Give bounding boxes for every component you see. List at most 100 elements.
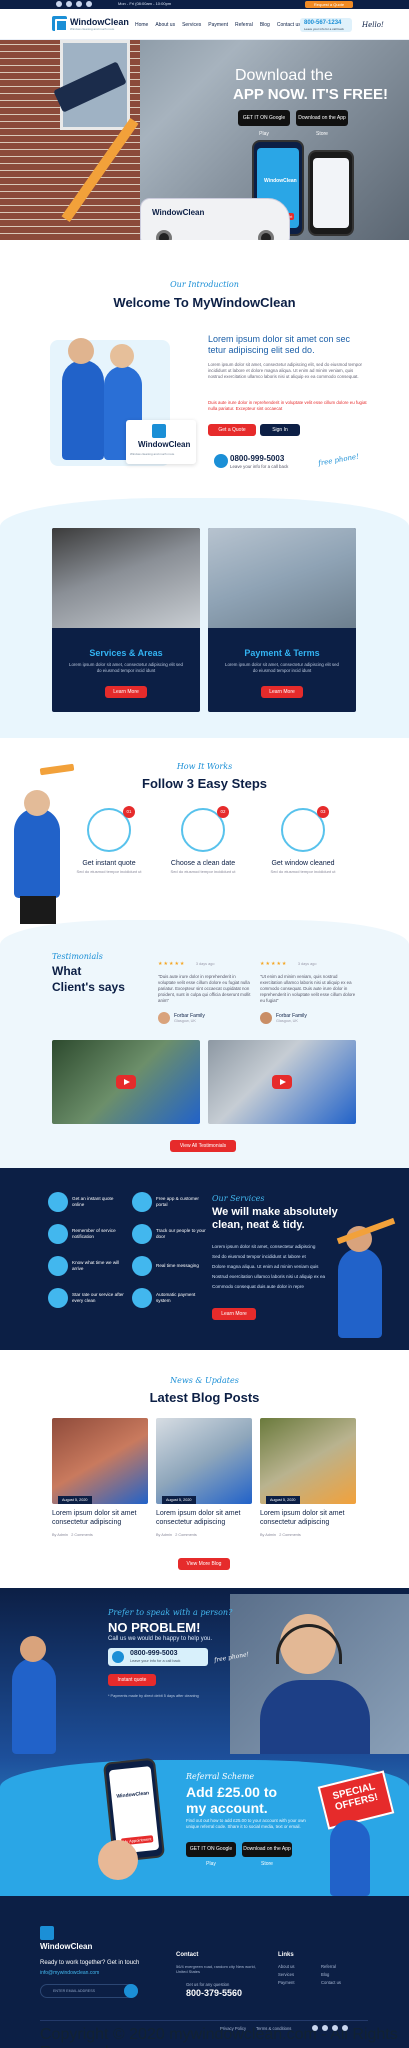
nav-phone-sub: Leave your info for a call back	[304, 27, 344, 31]
cta-phone-box[interactable]: 0800-999-5003 Leave your info for a call…	[108, 1648, 208, 1666]
nav-phone-button[interactable]: 800-567-1234 Leave your info for a call …	[300, 18, 352, 32]
instagram-icon[interactable]	[342, 2025, 348, 2031]
twitter-icon[interactable]	[66, 1, 72, 7]
phone-icon	[214, 454, 228, 468]
cta-phone-sub: Leave your info for a call back	[130, 1659, 181, 1663]
step-2-calendar-icon: 02	[181, 806, 229, 852]
quote-icon	[48, 1192, 68, 1212]
cta-phone: 0800-999-5003	[130, 1650, 178, 1657]
step-1-quote-icon: 01	[87, 806, 135, 852]
site-logo[interactable]: WindowClean Window cleaning and much mor…	[52, 16, 129, 34]
footer-link-about[interactable]: About us	[278, 1964, 315, 1969]
blog-post-1-title[interactable]: Lorem ipsum dolor sit amet consectetur a…	[52, 1510, 148, 1527]
testimonial-video-2[interactable]	[208, 1040, 356, 1124]
referral-app-store-button[interactable]: Download on the App Store	[242, 1842, 292, 1867]
nav-item-payment[interactable]: Payment	[208, 22, 228, 28]
blog-post-1[interactable]: August 5, 2020 Lorem ipsum dolor sit ame…	[52, 1418, 148, 1538]
play-icon[interactable]	[116, 1075, 136, 1089]
footer-brand[interactable]: WindowClean	[40, 1942, 92, 1951]
cta-worker	[12, 1658, 56, 1754]
app-store-button[interactable]: Download on the App Store	[296, 110, 348, 137]
blog-post-2[interactable]: August 5, 2020 Lorem ipsum dolor sit ame…	[156, 1418, 252, 1538]
intro-phone[interactable]: 0800-999-5003	[230, 454, 284, 463]
step-3-window-icon: 03	[281, 806, 329, 852]
blog-post-3-comments[interactable]: 2 Comments	[279, 1533, 301, 1537]
intro-worker-1	[62, 360, 104, 460]
cta-label: Prefer to speak with a person?	[108, 1608, 233, 1617]
facebook-icon[interactable]	[56, 1, 62, 7]
testimonial-2-text: "Ut enim ad minim veniam, quis nostrud e…	[260, 974, 356, 1003]
blog-post-2-image[interactable]: August 5, 2020	[156, 1418, 252, 1504]
get-quote-button[interactable]: Get a Quote	[208, 424, 256, 436]
youtube-icon[interactable]	[332, 2025, 338, 2031]
how-title: Follow 3 Easy Steps	[142, 776, 267, 791]
play-icon[interactable]	[272, 1075, 292, 1089]
footer-divider	[40, 2020, 368, 2021]
request-quote-button[interactable]: Request a Quote	[305, 1, 353, 8]
service-card-payment-button[interactable]: Learn More	[261, 686, 303, 698]
footer-link-blog[interactable]: Blog	[321, 1972, 358, 1977]
features-list-item: Sed do eiusmod tempor incididunt ut labo…	[212, 1254, 306, 1259]
terms-link[interactable]: Terms & conditions	[256, 2026, 291, 2031]
view-more-blog-button[interactable]: View More Blog	[178, 1558, 230, 1570]
blog-post-3-title[interactable]: Lorem ipsum dolor sit amet consectetur a…	[260, 1510, 356, 1527]
features-learn-more-button[interactable]: Learn More	[212, 1308, 256, 1320]
testimonial-1-place: Glasgow, UK	[174, 1019, 196, 1023]
blog-post-2-comments[interactable]: 2 Comments	[175, 1533, 197, 1537]
feature-notification: Remember of service notification	[48, 1224, 124, 1244]
google-play-button[interactable]: GET IT ON Google Play	[238, 110, 290, 137]
footer-contact-title: Contact	[176, 1952, 199, 1958]
features-list-item: Dolore magna aliqua. Ut enim ad minim ve…	[212, 1264, 319, 1269]
footer-call-number[interactable]: 800-379-5560	[186, 1988, 242, 1998]
cta-sub: Call us we would be happy to help you.	[108, 1636, 213, 1642]
testimonial-1-text: "Duis aute irure dolor in reprehenderit …	[158, 974, 251, 1003]
intro-headline: Lorem ipsum dolor sit amet con sec tetur…	[208, 334, 351, 355]
referral-label: Referral Scheme	[186, 1772, 255, 1781]
nav-item-blog[interactable]: Blog	[260, 22, 270, 28]
footer-tagline: Ready to work together? Get in touch	[40, 1960, 140, 1966]
blog-post-1-comments[interactable]: 2 Comments	[71, 1533, 93, 1537]
blog-post-2-title[interactable]: Lorem ipsum dolor sit amet consectetur a…	[156, 1510, 252, 1527]
testimonial-2: ★★★★★ 3 days ago "Ut enim ad minim venia…	[260, 952, 356, 1024]
footer-link-payment[interactable]: Payment	[278, 1980, 315, 1985]
blog-post-3-image[interactable]: August 5, 2020	[260, 1418, 356, 1504]
nav-item-home[interactable]: Home	[135, 22, 148, 28]
features-label: Our Services	[212, 1194, 265, 1203]
step-1: 01 Get instant quote Sed do eiusmod temp…	[64, 806, 154, 874]
badge-brand: WindowClean	[138, 440, 191, 449]
feature-free-app: Free app & customer portal	[132, 1192, 208, 1212]
newsletter-submit-button[interactable]	[124, 1984, 138, 1998]
blog-post-3[interactable]: August 5, 2020 Lorem ipsum dolor sit ame…	[260, 1418, 356, 1538]
twitter-icon[interactable]	[322, 2025, 328, 2031]
footer-link-services[interactable]: Services	[278, 1972, 315, 1977]
privacy-link[interactable]: Privacy Policy	[220, 2026, 246, 2031]
service-card-areas-text: Lorem ipsum dolor sit amet, consectetur …	[69, 662, 183, 673]
footer-email[interactable]: info@mywindowclean.com	[40, 1970, 99, 1976]
footer-link-referral[interactable]: Referral	[321, 1964, 358, 1969]
footer-logo-icon[interactable]	[40, 1926, 54, 1940]
service-card-payment-text: Lorem ipsum dolor sit amet, consectetur …	[225, 662, 339, 673]
nav-item-services[interactable]: Services	[182, 22, 201, 28]
view-all-testimonials-button[interactable]: View All Testimonials	[170, 1140, 236, 1152]
blog-post-3-date: August 5, 2020	[266, 1496, 300, 1504]
nav-item-referral[interactable]: Referral	[235, 22, 253, 28]
blog-post-2-date: August 5, 2020	[162, 1496, 196, 1504]
features-worker	[338, 1248, 382, 1338]
step-1-title: Get instant quote	[82, 860, 136, 867]
sign-in-button[interactable]: Sign In	[260, 424, 300, 436]
blog-post-2-author: By Admin	[156, 1533, 173, 1538]
referral-google-play-button[interactable]: GET IT ON Google Play	[186, 1842, 236, 1867]
nav-signature: Hello!	[362, 21, 384, 29]
testimonial-video-1[interactable]	[52, 1040, 200, 1124]
youtube-icon[interactable]	[86, 1, 92, 7]
facebook-icon[interactable]	[312, 2025, 318, 2031]
footer-link-contact[interactable]: Contact us	[321, 1980, 358, 1985]
instagram-icon[interactable]	[76, 1, 82, 7]
instant-quote-button[interactable]: Instant quote	[108, 1674, 156, 1686]
nav-item-about[interactable]: About us	[155, 22, 175, 28]
nav-item-contact[interactable]: Contact us	[277, 22, 301, 28]
blog-post-1-image[interactable]: August 5, 2020	[52, 1418, 148, 1504]
cta-note: * Payments made by direct debit 5 days a…	[108, 1694, 199, 1698]
service-card-areas-button[interactable]: Learn More	[105, 686, 147, 698]
how-worker-legs	[20, 896, 56, 924]
